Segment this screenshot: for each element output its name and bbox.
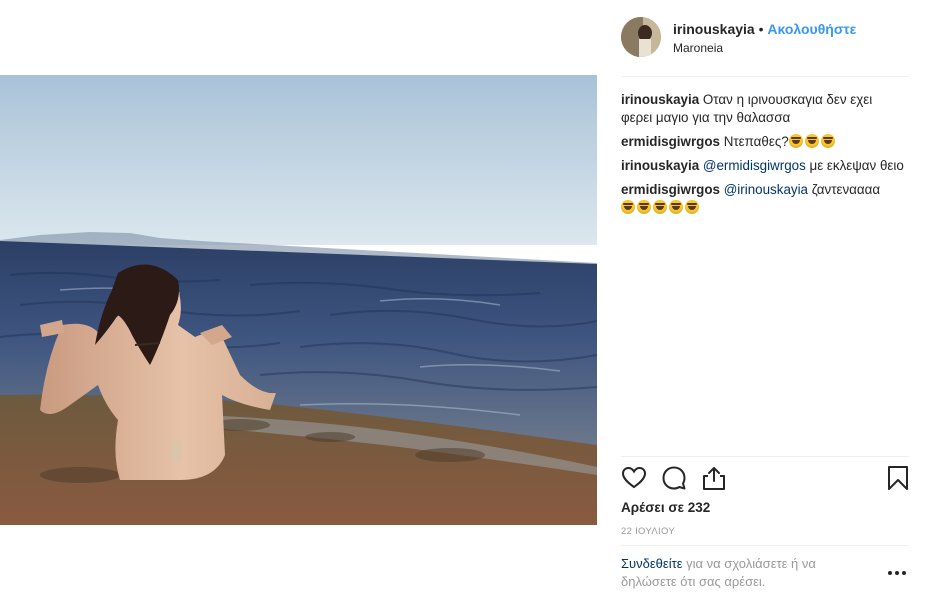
heart-icon[interactable] (621, 465, 647, 496)
comment-item: ermidisgiwrgos @irinouskayia ζαντεναααα (621, 181, 906, 217)
comment-username[interactable]: irinouskayia (621, 158, 699, 173)
laughing-emoji-icon (653, 200, 667, 214)
follow-button[interactable]: Ακολουθήστε (767, 21, 856, 37)
username[interactable]: irinouskayia (673, 21, 755, 37)
comment-username[interactable]: ermidisgiwrgos (621, 182, 720, 197)
divider (621, 456, 909, 457)
action-bar (621, 465, 909, 493)
divider (621, 76, 909, 77)
username-line: irinouskayia • Ακολουθήστε (673, 21, 856, 37)
comments-list: irinouskayia Οταν η ιρινουσκαγια δεν εχε… (621, 91, 906, 223)
avatar[interactable] (621, 17, 661, 57)
comment-text: Ντεπαθες? (723, 134, 789, 149)
share-icon[interactable] (701, 465, 727, 496)
bookmark-icon[interactable] (887, 465, 909, 496)
comment-item: irinouskayia @ermidisgiwrgos με εκλεψαν … (621, 157, 906, 175)
comment-username[interactable]: irinouskayia (621, 92, 699, 107)
laughing-emoji-icon (804, 134, 819, 148)
laughing-emoji-icon (669, 200, 683, 214)
post-header: irinouskayia • Ακολουθήστε Maroneia (621, 16, 909, 60)
comment-item: irinouskayia Οταν η ιρινουσκαγια δεν εχε… (621, 91, 906, 127)
laughing-emoji-icon (820, 134, 835, 148)
more-options-icon[interactable] (888, 567, 908, 579)
comment-text: με εκλεψαν θειο (809, 158, 904, 173)
laughing-emoji-icon (621, 200, 635, 214)
likes-count[interactable]: Αρέσει σε 232 (621, 500, 710, 515)
divider (621, 545, 909, 546)
login-prompt: Συνδεθείτε για να σχολιάσετε ή να δηλώσε… (621, 555, 871, 591)
location-link[interactable]: Maroneia (673, 41, 723, 55)
separator: • (758, 21, 764, 37)
post-date: 22 ΙΟΥΛΙΟΥ (621, 526, 675, 537)
login-link[interactable]: Συνδεθείτε (621, 556, 683, 571)
comment-mention[interactable]: @ermidisgiwrgos (703, 158, 806, 173)
laughing-emoji-icon (788, 134, 803, 148)
post-photo[interactable] (0, 75, 597, 525)
beach-photo (0, 75, 597, 525)
comment-mention[interactable]: @irinouskayia (724, 182, 808, 197)
laughing-emoji-icon (637, 200, 651, 214)
comment-username[interactable]: ermidisgiwrgos (621, 134, 720, 149)
comment-text: ζαντεναααα (811, 182, 881, 197)
comment-item: ermidisgiwrgos Ντεπαθες? (621, 133, 906, 151)
comment-icon[interactable] (661, 465, 687, 496)
laughing-emoji-icon (685, 200, 699, 214)
